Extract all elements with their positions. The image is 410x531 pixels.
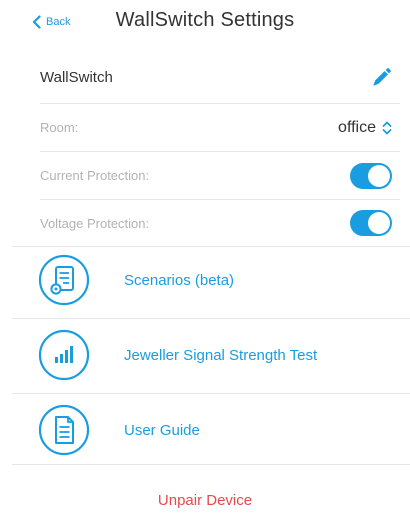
current-protection-label: Current Protection: xyxy=(40,168,150,183)
signal-strength-menu-item[interactable]: Jeweller Signal Strength Test xyxy=(38,329,398,381)
room-selector[interactable]: office xyxy=(338,119,392,137)
page-title: WallSwitch Settings xyxy=(115,9,295,31)
toggle-knob xyxy=(368,164,390,187)
voltage-protection-toggle[interactable] xyxy=(350,210,392,236)
voltage-protection-label: Voltage Protection: xyxy=(40,215,150,231)
navigation-bar: Back WallSwitch Settings xyxy=(0,0,410,44)
divider xyxy=(12,318,410,319)
user-guide-label: User Guide xyxy=(124,421,200,439)
divider xyxy=(12,393,410,394)
device-name-row: WallSwitch xyxy=(40,52,400,104)
scenarios-menu-item[interactable]: Scenarios (beta) xyxy=(38,254,398,306)
divider xyxy=(12,464,410,465)
scenarios-label: Scenarios (beta) xyxy=(124,271,235,289)
pencil-icon[interactable] xyxy=(370,67,392,89)
room-label: Room: xyxy=(40,120,79,135)
current-protection-row: Current Protection: xyxy=(40,152,400,200)
user-guide-menu-item[interactable]: User Guide xyxy=(38,404,398,456)
unpair-device-button[interactable]: Unpair Device xyxy=(0,492,410,509)
divider xyxy=(12,246,410,247)
room-row: Room: office xyxy=(40,104,400,152)
chevron-up-down-icon xyxy=(382,121,392,134)
toggle-knob xyxy=(368,212,390,234)
current-protection-toggle[interactable] xyxy=(350,162,392,189)
user-guide-icon xyxy=(38,404,90,456)
signal-strength-icon xyxy=(38,329,90,381)
voltage-protection-row: Voltage Protection: xyxy=(40,200,400,246)
signal-strength-label: Jeweller Signal Strength Test xyxy=(124,346,318,364)
device-name: WallSwitch xyxy=(40,69,113,86)
room-value: office xyxy=(338,118,376,136)
scenarios-icon xyxy=(38,254,90,306)
